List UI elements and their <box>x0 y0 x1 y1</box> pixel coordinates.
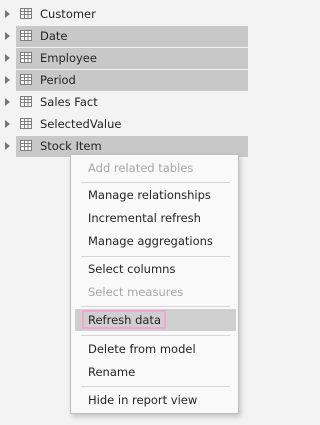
chevron-right-icon[interactable] <box>5 54 10 62</box>
table-label: Employee <box>40 51 97 65</box>
menu-item-select-columns[interactable]: Select columns <box>71 258 238 280</box>
menu-separator <box>81 256 230 257</box>
chevron-right-icon[interactable] <box>5 98 10 106</box>
chevron-right-icon[interactable] <box>5 142 10 150</box>
menu-item-manage-relationships[interactable]: Manage relationships <box>71 184 238 206</box>
table-label: Date <box>40 29 68 43</box>
menu-separator <box>81 386 230 387</box>
menu-separator <box>81 335 230 336</box>
table-row-employee[interactable]: Employee <box>0 47 252 69</box>
context-menu: Add related tables Manage relationships … <box>70 154 239 414</box>
chevron-right-icon[interactable] <box>5 32 10 40</box>
table-label: Stock Item <box>40 139 102 153</box>
menu-separator <box>81 182 230 183</box>
table-row-date[interactable]: Date <box>0 25 252 47</box>
menu-item-rename[interactable]: Rename <box>71 361 238 383</box>
table-row-period[interactable]: Period <box>0 69 252 91</box>
table-label: Customer <box>40 7 96 21</box>
chevron-right-icon[interactable] <box>5 10 10 18</box>
chevron-right-icon[interactable] <box>5 120 10 128</box>
table-icon <box>20 140 32 151</box>
table-icon <box>20 30 32 41</box>
fields-tree: Customer Date Employee Period Sales Fact… <box>0 3 252 157</box>
table-row-sales-fact[interactable]: Sales Fact <box>0 91 252 113</box>
table-icon <box>20 96 32 107</box>
menu-item-manage-aggregations[interactable]: Manage aggregations <box>71 230 238 252</box>
menu-item-refresh-data[interactable]: Refresh data <box>75 309 236 331</box>
menu-item-delete-from-model[interactable]: Delete from model <box>71 338 238 360</box>
table-icon <box>20 118 32 129</box>
menu-item-add-related-tables: Add related tables <box>88 161 194 175</box>
chevron-right-icon[interactable] <box>5 76 10 84</box>
table-row-customer[interactable]: Customer <box>0 3 252 25</box>
table-icon <box>20 74 32 85</box>
table-label: SelectedValue <box>40 117 122 131</box>
table-label: Period <box>40 73 76 87</box>
table-label: Sales Fact <box>40 95 98 109</box>
menu-item-incremental-refresh[interactable]: Incremental refresh <box>71 207 238 229</box>
table-icon <box>20 8 32 19</box>
menu-item-select-measures: Select measures <box>88 285 184 299</box>
table-row-selectedvalue[interactable]: SelectedValue <box>0 113 252 135</box>
menu-item-hide-in-report-view[interactable]: Hide in report view <box>71 389 238 411</box>
menu-separator <box>81 306 230 307</box>
table-icon <box>20 52 32 63</box>
